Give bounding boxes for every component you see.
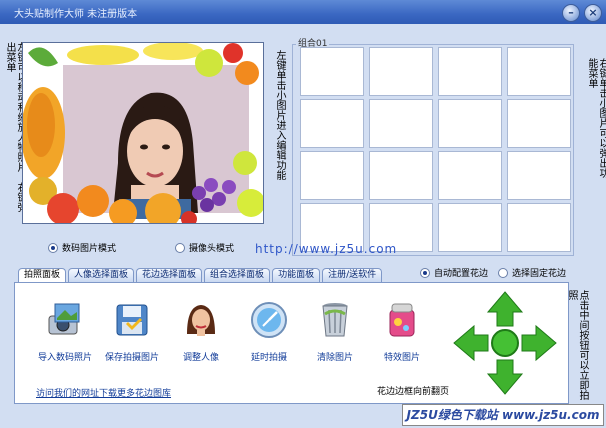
down-arrow-icon: [486, 359, 524, 395]
thumbnail-slot[interactable]: [438, 99, 502, 148]
save-photo-button[interactable]: 保存拍摄图片: [101, 300, 163, 363]
radio-camera-mode-indicator: [175, 242, 185, 253]
tab-photo-panel[interactable]: 拍照面板: [18, 268, 67, 282]
navigation-arrows-icon: [453, 291, 557, 395]
up-arrow-icon: [486, 291, 524, 327]
portrait-icon: [187, 305, 215, 336]
thumbnail-slot[interactable]: [507, 99, 571, 148]
thumbnail-slot[interactable]: [300, 151, 364, 200]
middle-hint-text: 左键单击小图片进入编辑功能: [274, 50, 285, 180]
trash-icon: [322, 303, 348, 337]
watermark-url: http://www.jz5u.com: [255, 242, 398, 256]
photo-preview[interactable]: [22, 42, 264, 224]
radio-camera-mode[interactable]: 摄像头模式: [175, 241, 234, 254]
minimize-button[interactable]: –: [562, 4, 580, 22]
thumbnail-slot[interactable]: [438, 47, 502, 96]
tab-combo-panel[interactable]: 组合选择面板: [204, 268, 271, 282]
thumbnail-slot[interactable]: [369, 151, 433, 200]
window-title: 大头贴制作大师 未注册版本: [14, 9, 138, 20]
thumbnail-slot[interactable]: [438, 151, 502, 200]
timer-shoot-button[interactable]: 延时拍摄: [238, 300, 300, 363]
timer-icon: [251, 302, 287, 338]
tab-register-panel[interactable]: 注册/送软件: [322, 268, 383, 282]
photo-frame-image: [23, 43, 263, 223]
floppy-disk-icon: [116, 304, 148, 336]
camera-icon: [48, 303, 80, 335]
tab-frame-panel[interactable]: 花边选择面板: [136, 268, 203, 282]
nav-hint-text: 点击中间按钮可以立即拍照: [566, 290, 588, 400]
timer-shoot-label: 延时拍摄: [250, 353, 287, 363]
radio-auto-frame-label: 自动配置花边: [434, 269, 489, 279]
radio-fixed-frame[interactable]: 选择固定花边: [498, 266, 566, 279]
clear-photo-label: 清除图片: [316, 353, 353, 363]
tab-portrait-panel[interactable]: 人像选择面板: [68, 268, 135, 282]
import-photo-button[interactable]: 导入数码照片: [34, 300, 96, 363]
radio-digital-mode-indicator: [48, 242, 58, 253]
capture-center-icon: [491, 329, 519, 357]
thumbnail-slot[interactable]: [369, 99, 433, 148]
thumbnail-slot[interactable]: [507, 203, 571, 252]
tab-function-panel[interactable]: 功能面板: [272, 268, 321, 282]
radio-fixed-frame-indicator: [498, 267, 508, 278]
adjust-portrait-button[interactable]: 调整人像: [170, 300, 232, 363]
import-photo-label: 导入数码照片: [37, 353, 92, 363]
thumbnail-slot[interactable]: [507, 47, 571, 96]
right-arrow-icon: [521, 324, 557, 362]
effects-photo-button[interactable]: 特效图片: [371, 300, 433, 363]
radio-digital-mode[interactable]: 数码图片模式: [48, 241, 116, 254]
radio-digital-mode-label: 数码图片模式: [62, 244, 117, 254]
radio-auto-frame[interactable]: 自动配置花边: [420, 266, 488, 279]
panel-tabs: 拍照面板 人像选择面板 花边选择面板 组合选择面板 功能面板 注册/送软件: [18, 268, 384, 282]
visit-website-link[interactable]: 访问我们的网址下载更多花边图库: [36, 386, 171, 399]
frame-page-forward-note: 花边边框向前翻页: [377, 387, 450, 397]
thumbnail-slot[interactable]: [369, 47, 433, 96]
frame-navigation-pad: [452, 290, 558, 396]
footer-brand-banner: JZ5U绿色下载站 www.jz5u.com: [402, 404, 604, 426]
thumbnail-slot[interactable]: [438, 203, 502, 252]
radio-fixed-frame-label: 选择固定花边: [512, 269, 567, 279]
close-button[interactable]: ×: [584, 4, 602, 22]
thumbnail-slot[interactable]: [300, 99, 364, 148]
save-photo-label: 保存拍摄图片: [104, 353, 159, 363]
effects-photo-label: 特效图片: [383, 353, 420, 363]
radio-auto-frame-indicator: [420, 267, 430, 278]
thumbnail-slot[interactable]: [507, 151, 571, 200]
effects-icon: [389, 303, 415, 337]
left-arrow-icon: [453, 324, 489, 362]
clear-photo-button[interactable]: 清除图片: [304, 300, 366, 363]
radio-camera-mode-label: 摄像头模式: [189, 244, 235, 254]
thumbnail-slot[interactable]: [300, 47, 364, 96]
adjust-portrait-label: 调整人像: [182, 353, 219, 363]
title-bar: 大头贴制作大师 未注册版本 – ×: [0, 0, 606, 24]
right-hint-text: 右键单击小图片可以弹出功能菜单: [586, 58, 606, 178]
